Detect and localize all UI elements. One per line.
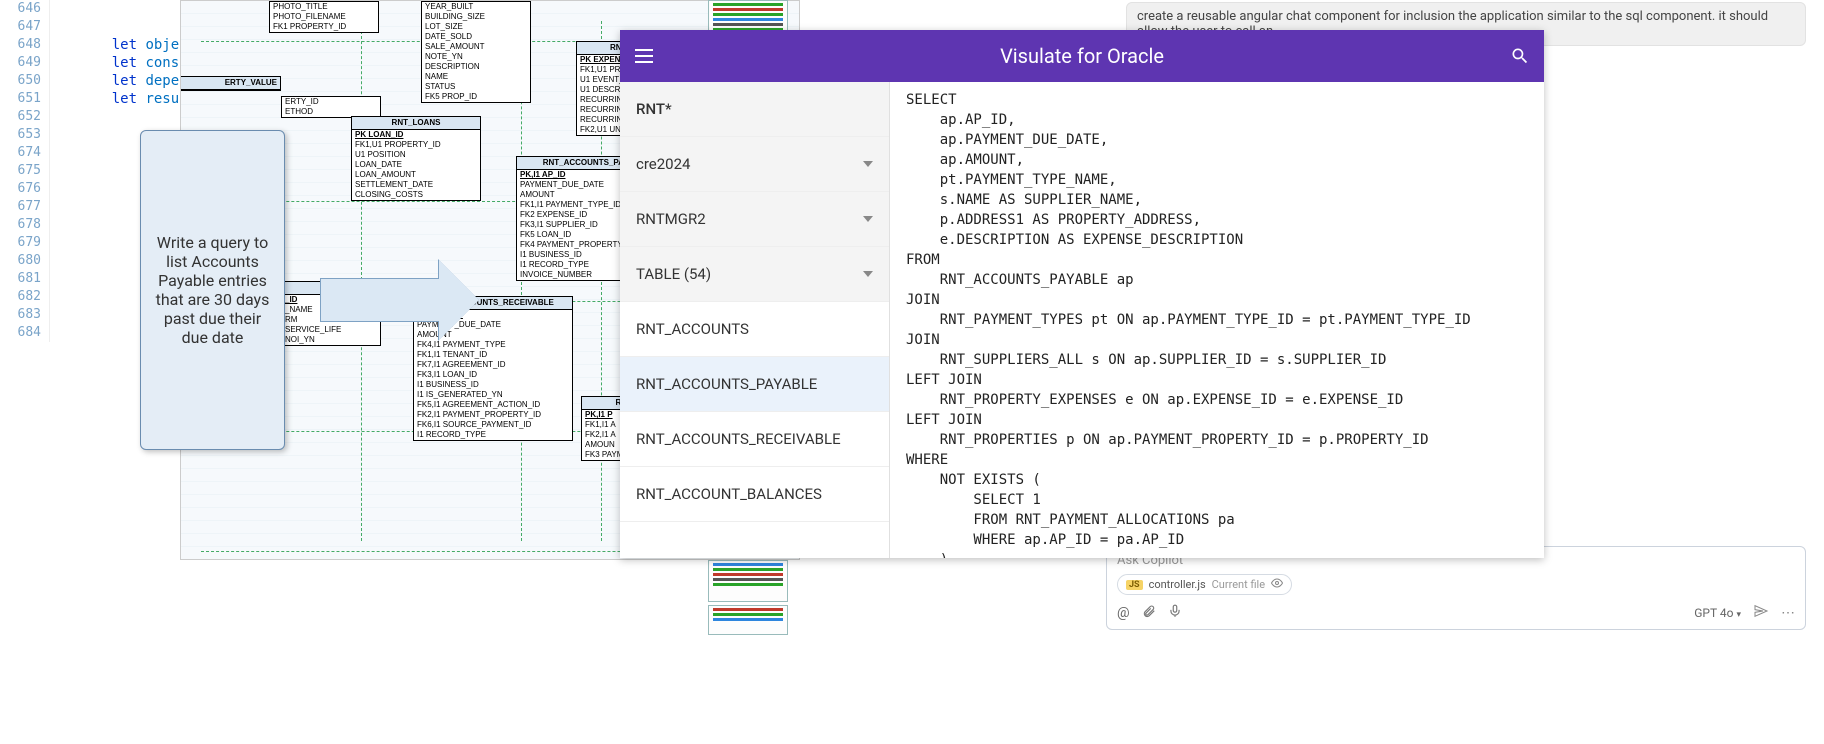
object-list-item[interactable]: RNT_ACCOUNTS_PAYABLE <box>620 357 889 412</box>
chevron-down-icon <box>863 161 873 167</box>
erd-table-property-detail: YEAR_BUILTBUILDING_SIZELOT_SIZEDATE_SOLD… <box>421 1 531 103</box>
send-icon[interactable] <box>1753 603 1769 623</box>
mic-icon[interactable] <box>1168 604 1182 622</box>
copilot-input[interactable]: Ask Copilot JS controller.js Current fil… <box>1106 546 1806 630</box>
visulate-panel: Visulate for Oracle RNT* cre2024 RNTMGR2… <box>620 30 1544 558</box>
arrow-shape <box>320 260 500 340</box>
object-list-item[interactable]: RNT_ACCOUNTS_RECEIVABLE <box>620 412 889 467</box>
callout-note: Write a query to list Accounts Payable e… <box>140 130 285 450</box>
menu-icon[interactable] <box>632 44 656 68</box>
attach-icon[interactable] <box>1142 604 1156 622</box>
minimap-thumb[interactable] <box>708 605 788 635</box>
visulate-sidebar: RNT* cre2024 RNTMGR2 TABLE (54) RNT_ACCO… <box>620 82 890 558</box>
model-select[interactable]: GPT 4o ▾ <box>1694 606 1741 620</box>
chevron-down-icon <box>863 271 873 277</box>
object-list-item[interactable]: RNT_ACCOUNTS <box>620 302 889 357</box>
visulate-header: Visulate for Oracle <box>620 30 1544 82</box>
erd-table-rnt-loans: RNT_LOANS PK LOAN_IDFK1,U1 PROPERTY_IDU1… <box>351 116 481 201</box>
visulate-title: Visulate for Oracle <box>656 44 1508 68</box>
callout-text: Write a query to list Accounts Payable e… <box>153 233 272 347</box>
minimap-thumb[interactable] <box>708 560 788 602</box>
erd-table-erty-rows: ERTY_IDETHOD <box>281 96 381 118</box>
js-badge: JS <box>1126 580 1143 590</box>
context-chip[interactable]: JS controller.js Current file <box>1117 574 1292 595</box>
erd-table-erty-value: ERTY_VALUE <box>181 76 281 91</box>
mention-icon[interactable]: @ <box>1117 605 1130 621</box>
filter-input[interactable]: RNT* <box>620 82 889 137</box>
objtype-select[interactable]: TABLE (54) <box>620 247 889 302</box>
eye-icon <box>1271 577 1283 592</box>
schema-select[interactable]: RNTMGR2 <box>620 192 889 247</box>
erd-table-photo: PHOTO_TITLEPHOTO_FILENAMEFK1 PROPERTY_ID <box>269 1 379 33</box>
sql-output[interactable]: SELECT ap.AP_ID, ap.PAYMENT_DUE_DATE, ap… <box>890 82 1544 558</box>
object-list-item[interactable]: RNT_ACCOUNT_BALANCES <box>620 467 889 522</box>
chevron-down-icon <box>863 216 873 222</box>
db-select[interactable]: cre2024 <box>620 137 889 192</box>
more-icon[interactable]: ⋯ <box>1781 605 1795 621</box>
search-icon[interactable] <box>1508 44 1532 68</box>
